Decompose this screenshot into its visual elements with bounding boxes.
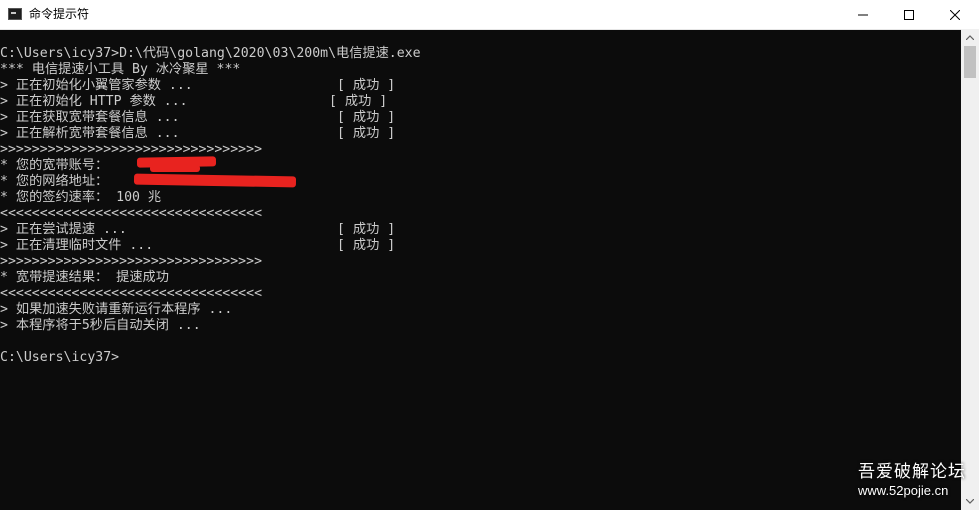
output-line: > 正在解析宽带套餐信息 ...	[0, 126, 180, 141]
separator-line: <<<<<<<<<<<<<<<<<<<<<<<<<<<<<<<<<	[0, 286, 263, 301]
status-success: [ 成功 ]	[337, 126, 396, 141]
title-bar[interactable]: 命令提示符	[0, 0, 979, 30]
account-line: * 您的宽带账号：	[0, 158, 109, 173]
status-success: [ 成功 ]	[337, 78, 396, 93]
result-line: * 宽带提速结果： 提速成功	[0, 270, 169, 285]
watermark-url: www.52pojie.cn	[858, 483, 949, 498]
output-line: > 正在初始化 HTTP 参数 ...	[0, 94, 188, 109]
cmd-icon[interactable]	[8, 8, 22, 20]
output-line: > 正在初始化小翼管家参数 ...	[0, 78, 193, 93]
minimize-button[interactable]	[840, 0, 886, 29]
close-button[interactable]	[932, 0, 978, 29]
status-success: [ 成功 ]	[329, 94, 388, 109]
status-success: [ 成功 ]	[337, 222, 396, 237]
separator-line: >>>>>>>>>>>>>>>>>>>>>>>>>>>>>>>>>	[0, 142, 263, 157]
site-watermark: 吾爱破解论坛 www.52pojie.cn	[858, 462, 973, 500]
output-line: > 如果加速失败请重新运行本程序 ...	[0, 302, 233, 317]
ip-address-line: * 您的网络地址：	[0, 174, 109, 189]
output-line: > 正在清理临时文件 ...	[0, 238, 154, 253]
vertical-scrollbar[interactable]	[961, 29, 979, 510]
window-title: 命令提示符	[29, 7, 90, 21]
status-success: [ 成功 ]	[337, 238, 396, 253]
speed-line: * 您的签约速率： 100 兆	[0, 190, 162, 205]
output-line: > 正在获取宽带套餐信息 ...	[0, 110, 180, 125]
scrollbar-thumb[interactable]	[964, 46, 976, 78]
close-icon	[950, 9, 960, 20]
output-line: > 正在尝试提速 ...	[0, 222, 127, 237]
separator-line: >>>>>>>>>>>>>>>>>>>>>>>>>>>>>>>>>	[0, 254, 263, 269]
output-line: > 本程序将于5秒后自动关闭 ...	[0, 318, 201, 333]
banner-line: *** 电信提速小工具 By 冰冷聚星 ***	[0, 62, 241, 77]
console-output[interactable]: C:\Users\icy37>D:\代码\golang\2020\03\200m…	[0, 37, 961, 510]
prompt-line: C:\Users\icy37>	[0, 350, 120, 365]
redaction-mark	[133, 173, 297, 188]
separator-line: <<<<<<<<<<<<<<<<<<<<<<<<<<<<<<<<<	[0, 206, 263, 221]
scroll-up-button[interactable]	[961, 29, 979, 46]
chevron-up-icon	[966, 35, 974, 40]
redaction-mark	[150, 165, 200, 172]
maximize-button[interactable]	[886, 0, 932, 29]
watermark-title: 吾爱破解论坛	[858, 462, 966, 481]
minimize-icon	[858, 14, 868, 15]
status-success: [ 成功 ]	[337, 110, 396, 125]
maximize-icon	[904, 9, 914, 20]
command-prompt-window: 命令提示符 C:\Users\icy37>D:\代码\golang\2020\0…	[0, 0, 979, 510]
command-line: C:\Users\icy37>D:\代码\golang\2020\03\200m…	[0, 46, 421, 61]
